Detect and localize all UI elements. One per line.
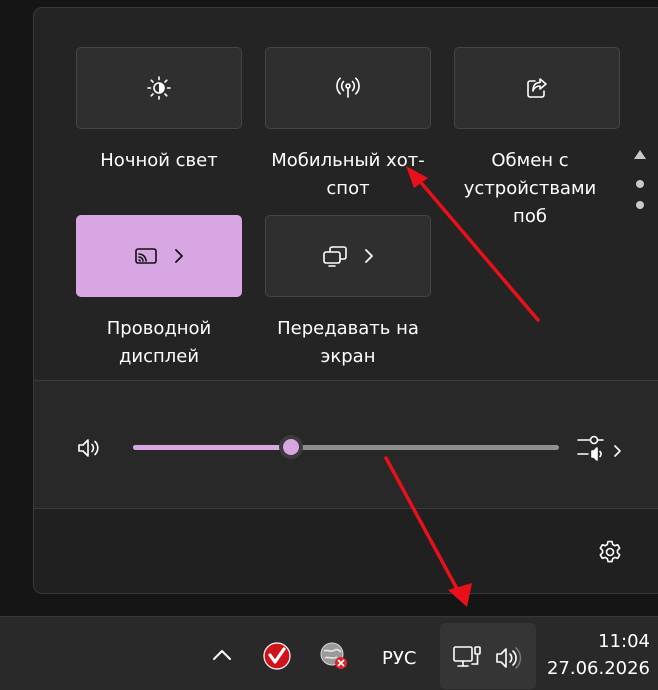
page-dot[interactable] [636,201,644,209]
chevron-right-icon [365,249,373,263]
antivirus-icon[interactable] [262,641,292,671]
quick-settings-panel: Ночной свет Мобильный хот- спот Обмен с … [33,7,658,594]
cast-icon [135,248,157,264]
nearby-share-tile[interactable] [454,47,620,129]
volume-slider-thumb[interactable] [278,435,303,459]
language-indicator[interactable]: РУС [382,648,416,669]
cast-label: Передавать на экран [277,318,419,367]
mobile-hotspot-tile[interactable] [265,47,431,129]
nearby-share-label: Обмен с устройствами поб [463,150,597,227]
wired-display-tile[interactable] [76,215,242,297]
chevron-up-icon[interactable] [211,647,233,663]
page-up-arrow[interactable] [634,150,646,159]
clock-time[interactable]: 11:04 [598,631,650,652]
hotspot-icon [336,77,360,98]
volume-icon [496,647,522,669]
chevron-right-icon [175,249,183,263]
night-light-tile[interactable] [76,47,242,129]
sound-mixer-icon[interactable] [575,433,623,463]
clock-date[interactable]: 27.06.2026 [547,658,650,679]
volume-slider[interactable] [133,435,559,459]
network-monitor-icon [453,646,481,667]
gear-icon[interactable] [597,539,623,565]
taskbar: РУС 11:04 27.06.2026 [0,616,658,690]
quick-settings-tray-button[interactable] [440,623,536,689]
network-status-icon[interactable] [319,641,349,671]
cast-tile[interactable] [265,215,431,297]
panel-footer [34,509,658,593]
share-icon [527,78,547,98]
night-light-label: Ночной свет [100,150,218,171]
speaker-icon[interactable] [76,436,104,460]
mobile-hotspot-label: Мобильный хот- спот [271,150,425,199]
brightness-icon [147,76,171,100]
volume-slider-fill [133,445,291,450]
page-dot[interactable] [636,180,644,188]
project-icon [323,246,347,267]
wired-display-label: Проводной дисплей [106,318,212,367]
